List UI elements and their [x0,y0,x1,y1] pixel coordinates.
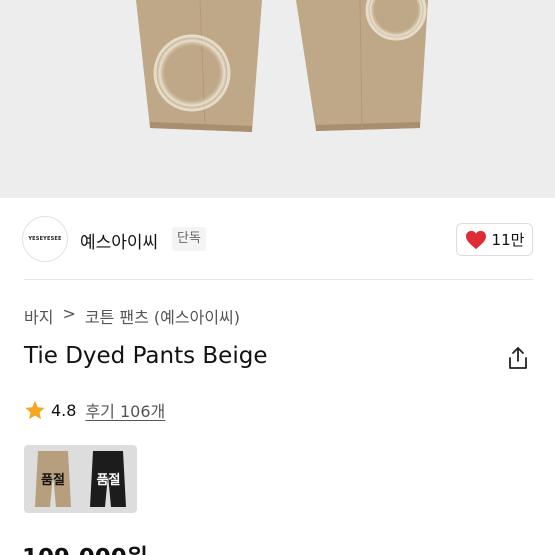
breadcrumb-subcategory[interactable]: 코튼 팬츠 (예스아이씨) [85,304,240,328]
rating-row: 4.8 후기 106개 [24,398,165,422]
star-icon [25,400,45,419]
share-button[interactable] [506,345,530,371]
option-swatch-black[interactable]: 품절 [80,445,137,513]
soldout-label: 품절 [96,473,121,488]
like-count: 11만 [491,231,525,249]
review-count-link[interactable]: 후기 106개 [85,398,165,422]
option-swatch-beige[interactable]: 품절 [24,445,82,513]
heart-icon [465,230,486,249]
product-title: Tie Dyed Pants Beige [24,343,268,369]
brand-logo[interactable]: YESEYESEE [22,216,68,262]
divider [24,279,533,280]
product-price: 109,000원 [22,538,148,555]
product-image[interactable] [0,0,555,198]
exclusive-badge: 단독 [172,227,206,251]
breadcrumb-category[interactable]: 바지 [24,304,53,328]
brand-name[interactable]: 예스아이씨 [80,228,158,253]
share-icon [509,347,527,369]
soldout-label: 품절 [41,473,65,488]
pants-illustration [136,0,428,132]
breadcrumb: 바지 > 코튼 팬츠 (예스아이씨) [24,304,240,328]
like-button[interactable]: 11만 [456,223,533,256]
rating-score: 4.8 [51,400,77,420]
breadcrumb-separator: > [62,304,76,323]
brand-logo-text: YESEYESEE [28,236,62,242]
brand-row: YESEYESEE 예스아이씨 단독 11만 [0,210,555,270]
